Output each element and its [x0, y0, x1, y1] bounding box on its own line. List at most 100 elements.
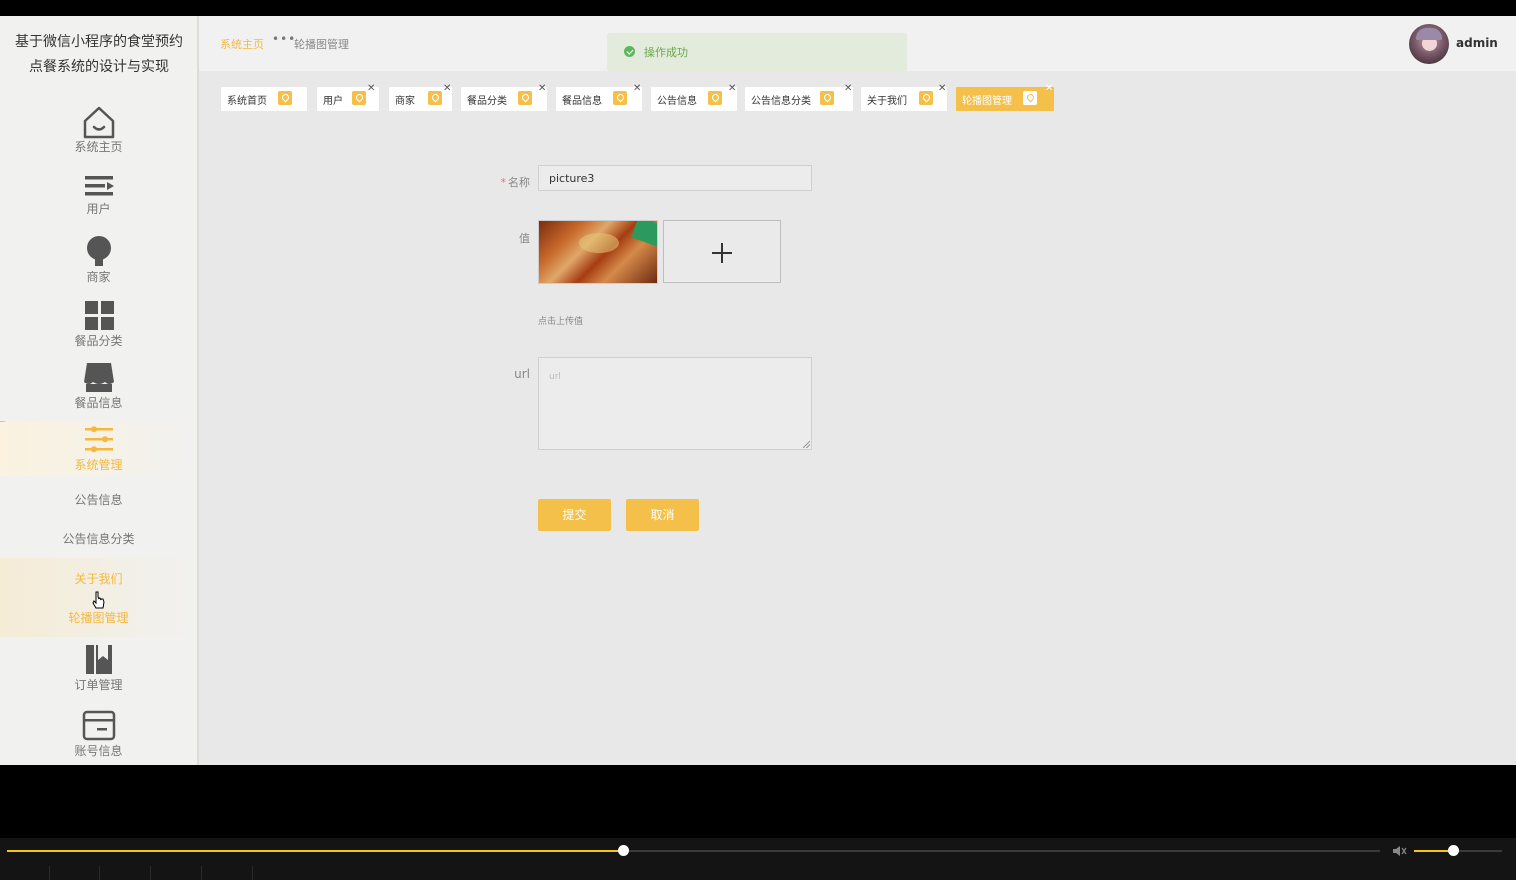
value-label: 值: [519, 232, 530, 245]
toast-message: 操作成功: [644, 46, 688, 59]
volume-knob[interactable]: [1447, 845, 1459, 856]
sidebar: 基于微信小程序的食堂预约点餐系统的设计与实现 系统主页 用户 商家 餐品分类 餐…: [0, 16, 199, 765]
url-placeholder: url: [549, 372, 561, 382]
tab-announcements[interactable]: 公告信息 ✕: [651, 84, 737, 111]
bookmark-icon: [85, 645, 112, 674]
breadcrumb-current: 轮播图管理: [294, 38, 349, 51]
url-label: url: [514, 367, 530, 381]
sidebar-subitem-announcement-categories[interactable]: 公告信息分类: [0, 530, 197, 547]
volume-icon[interactable]: [1392, 845, 1408, 857]
top-black-bar: [0, 0, 1516, 16]
tab-close-icon[interactable]: ✕: [844, 84, 852, 94]
cancel-button[interactable]: 取消: [626, 499, 699, 531]
name-input[interactable]: picture3: [538, 165, 812, 191]
tab-announcement-categories[interactable]: 公告信息分类 ✕: [745, 84, 853, 111]
mouse-pointer-icon: [92, 591, 105, 609]
tab-close-icon[interactable]: ✕: [1045, 84, 1053, 94]
tab-pin-icon: [352, 91, 366, 105]
sidebar-item-label: 系统主页: [74, 140, 123, 154]
strip-cell: [50, 866, 100, 880]
sidebar-subitem-announcements[interactable]: 公告信息: [0, 491, 197, 508]
tab-close-icon[interactable]: ✕: [938, 84, 946, 94]
sidebar-item-system-management[interactable]: 系统管理: [0, 422, 197, 476]
progress-fill: [7, 850, 623, 852]
tab-close-icon[interactable]: ✕: [633, 84, 641, 94]
sidebar-item-home[interactable]: 系统主页: [0, 104, 197, 155]
breadcrumb-separator-icon: •••: [272, 32, 297, 46]
sidebar-item-meal-categories[interactable]: 餐品分类: [0, 298, 197, 349]
tab-users[interactable]: 用户 ✕: [317, 84, 379, 111]
sidebar-item-merchants[interactable]: 商家: [0, 234, 197, 285]
tab-pin-icon: [518, 91, 532, 105]
volume-fill: [1414, 850, 1453, 852]
resize-handle-icon[interactable]: [803, 441, 810, 448]
tab-pin-icon: [428, 91, 442, 105]
success-toast: 操作成功: [607, 33, 907, 71]
tab-label: 轮播图管理: [962, 96, 1012, 107]
image-upload-button[interactable]: [663, 220, 781, 283]
username[interactable]: admin: [1456, 36, 1498, 50]
sidebar-item-label: 系统管理: [74, 458, 123, 472]
tab-carousel-management[interactable]: 轮播图管理 ✕: [956, 84, 1054, 111]
progress-knob[interactable]: [617, 845, 629, 856]
tab-close-icon[interactable]: ✕: [728, 84, 736, 94]
sidebar-item-label: 商家: [86, 270, 111, 284]
tab-label: 餐品信息: [562, 96, 602, 107]
tab-pin-icon: [1023, 91, 1037, 105]
strip-cell: [101, 866, 151, 880]
upload-hint: 点击上传值: [538, 317, 584, 327]
breadcrumb-home[interactable]: 系统主页: [220, 36, 264, 52]
header: 系统主页 ••• 轮播图管理 操作成功 admin: [199, 16, 1516, 71]
tab-label: 商家: [395, 96, 415, 107]
tab-system-home[interactable]: 系统首页: [221, 87, 307, 111]
tab-merchants[interactable]: 商家 ✕: [389, 84, 452, 111]
player-bottom-strip: [0, 866, 1516, 880]
sidebar-item-account-info[interactable]: 账号信息: [0, 708, 197, 759]
sidebar-item-label: 账号信息: [74, 744, 123, 758]
uploaded-image-thumbnail[interactable]: [538, 220, 658, 284]
tab-label: 公告信息分类: [751, 96, 811, 107]
tab-meal-info[interactable]: 餐品信息 ✕: [556, 84, 642, 111]
sidebar-item-label: 餐品分类: [74, 334, 123, 348]
name-label: * 名称: [480, 174, 531, 190]
tab-pin-icon: [820, 91, 834, 105]
volume-track[interactable]: [1414, 845, 1502, 856]
tab-label: 公告信息: [657, 96, 697, 107]
sidebar-subitem-carousel-management[interactable]: 轮播图管理: [0, 609, 197, 626]
sidebar-item-label: 餐品信息: [74, 396, 123, 410]
tab-close-icon[interactable]: ✕: [538, 84, 546, 94]
video-player-controls: [0, 838, 1516, 880]
tab-pin-icon: [708, 91, 722, 105]
tab-close-icon[interactable]: ✕: [367, 84, 375, 94]
sidebar-item-order-management[interactable]: 订单管理: [0, 642, 197, 693]
grid-icon: [84, 301, 114, 330]
sidebar-item-meal-info[interactable]: 餐品信息: [0, 360, 197, 411]
tab-about-us[interactable]: 关于我们 ✕: [861, 84, 947, 111]
tab-pin-icon: [919, 91, 933, 105]
url-textarea[interactable]: url: [538, 357, 812, 450]
tab-label: 餐品分类: [467, 96, 507, 107]
sliders-icon: [84, 426, 113, 453]
submit-button[interactable]: 提交: [538, 499, 611, 531]
progress-track[interactable]: [7, 845, 1380, 856]
avatar[interactable]: [1409, 24, 1449, 64]
app-title: 基于微信小程序的食堂预约点餐系统的设计与实现: [15, 34, 183, 75]
tab-label: 系统首页: [227, 96, 267, 107]
strip-cell: [203, 866, 253, 880]
sidebar-item-users[interactable]: 用户: [0, 172, 197, 217]
sidebar-subitem-about-us[interactable]: 关于我们: [0, 570, 197, 587]
name-label-text: 名称: [508, 176, 530, 189]
sidebar-item-label: 用户: [86, 202, 111, 216]
card-icon: [82, 710, 115, 741]
list-icon: [84, 176, 114, 196]
tab-close-icon[interactable]: ✕: [443, 84, 451, 94]
tab-label: 关于我们: [867, 96, 907, 107]
strip-cell: [152, 866, 202, 880]
check-circle-icon: [624, 46, 635, 57]
tab-meal-categories[interactable]: 餐品分类 ✕: [461, 84, 547, 111]
sidebar-item-label: 订单管理: [74, 678, 123, 692]
home-icon: [83, 106, 114, 139]
shop-icon: [83, 363, 114, 392]
strip-cell: [0, 866, 50, 880]
bulb-icon: [86, 236, 111, 266]
